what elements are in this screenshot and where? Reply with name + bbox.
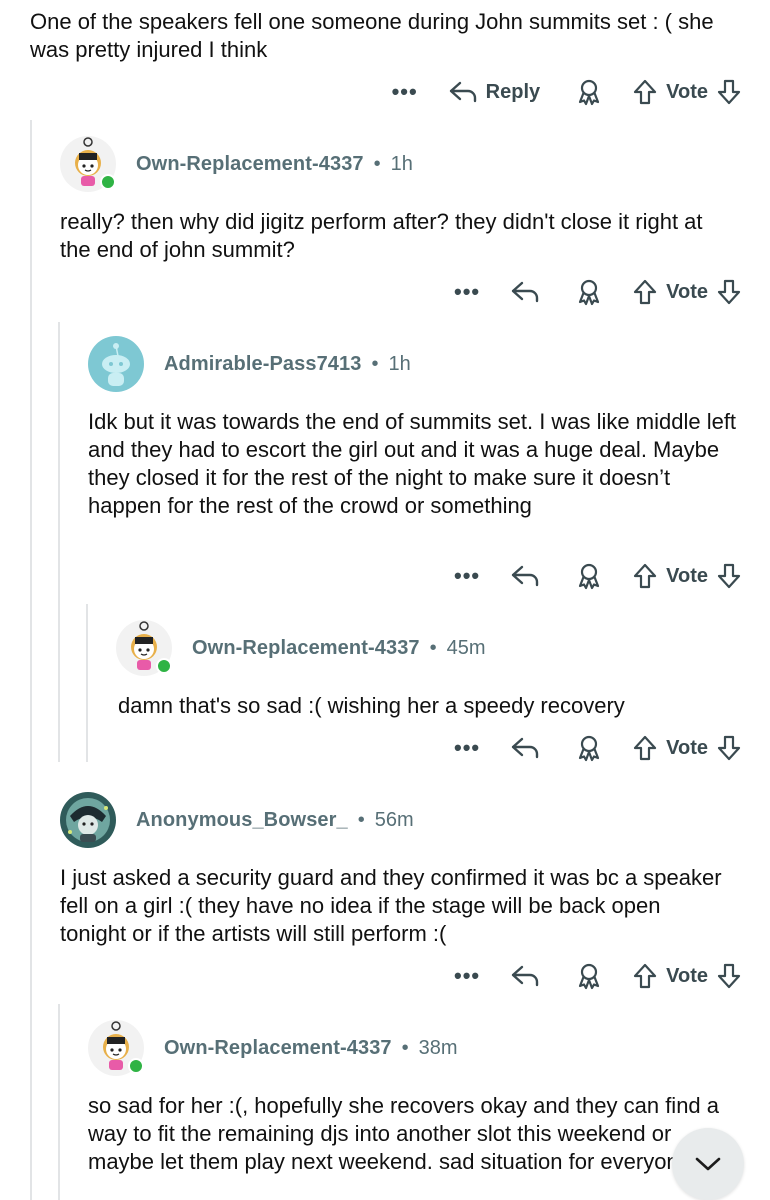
reply-icon [511,281,539,303]
username-link[interactable]: Admirable-Pass7413 [164,353,361,376]
default-snoo-avatar-icon [88,336,144,392]
separator: • [401,1036,409,1059]
timestamp: 56m [374,808,414,831]
upvote-icon[interactable] [632,962,658,990]
vote-control: Vote [632,78,742,106]
snoo-avatar-icon [60,792,116,848]
thread-line [58,322,60,762]
comment-actions: ••• Vote [454,958,742,994]
vote-control: Vote [632,734,742,762]
reply-button[interactable]: Reply [448,79,540,105]
comment-body: Idk but it was towards the end of summit… [88,409,737,518]
upvote-icon[interactable] [632,734,658,762]
award-icon [579,963,600,990]
separator: • [357,808,365,831]
downvote-icon[interactable] [716,78,742,106]
online-status-indicator [100,174,116,190]
comment-header: Own-Replacement-4337 • 45m [116,618,486,678]
award-button[interactable] [574,277,604,307]
comment-body: so sad for her :(, hopefully she recover… [88,1093,720,1174]
vote-control: Vote [632,962,742,990]
award-icon [579,279,600,306]
more-options-button[interactable]: ••• [392,79,418,105]
comment-actions: ••• Vote [454,274,742,310]
reply-icon [511,737,539,759]
timestamp: 45m [446,636,486,659]
more-options-button[interactable]: ••• [454,563,480,589]
award-icon [579,563,600,590]
username-link[interactable]: Own-Replacement-4337 [192,637,420,660]
award-button[interactable] [574,961,604,991]
comment-body: I just asked a security guard and they c… [60,865,722,946]
comment-header: Anonymous_Bowser_ • 56m [60,790,414,850]
comment-body: really? then why did jigitz perform afte… [60,209,703,262]
timestamp: 38m [418,1036,458,1059]
username-link[interactable]: Own-Replacement-4337 [136,153,364,176]
reply-button[interactable] [510,963,540,989]
award-button[interactable] [574,733,604,763]
timestamp: 1h [388,352,411,375]
reply-button[interactable] [510,563,540,589]
avatar[interactable] [88,336,144,392]
upvote-icon[interactable] [632,562,658,590]
more-options-button[interactable]: ••• [454,735,480,761]
vote-label: Vote [666,80,708,103]
username-link[interactable]: Own-Replacement-4337 [164,1037,392,1060]
comment-header: Own-Replacement-4337 • 38m [88,1018,458,1078]
vote-label: Vote [666,964,708,987]
separator: • [429,636,437,659]
avatar[interactable] [88,1020,144,1076]
comment-body: damn that's so sad :( wishing her a spee… [118,693,625,718]
avatar[interactable] [60,136,116,192]
timestamp: 1h [390,152,413,175]
vote-label: Vote [666,736,708,759]
chevron-down-icon [695,1157,721,1171]
downvote-icon[interactable] [716,278,742,306]
more-options-button[interactable]: ••• [454,963,480,989]
reply-icon [511,565,539,587]
online-status-indicator [156,658,172,674]
avatar[interactable] [60,792,116,848]
comment-actions: ••• Vote [454,558,742,594]
award-button[interactable] [574,561,604,591]
comment-actions: ••• Vote [454,730,742,766]
thread-line [86,604,88,762]
reply-label: Reply [485,80,541,103]
downvote-icon[interactable] [716,962,742,990]
username-link[interactable]: Anonymous_Bowser_ [136,809,348,832]
award-icon [579,735,600,762]
award-icon [579,79,600,106]
separator: • [371,352,379,375]
more-options-button[interactable]: ••• [454,279,480,305]
reply-button[interactable] [510,735,540,761]
online-status-indicator [128,1058,144,1074]
jump-next-button[interactable] [672,1128,744,1200]
upvote-icon[interactable] [632,278,658,306]
thread-line [58,1004,60,1200]
award-button[interactable] [574,77,604,107]
vote-control: Vote [632,278,742,306]
vote-label: Vote [666,280,708,303]
vote-label: Vote [666,564,708,587]
comment-header: Admirable-Pass7413 • 1h [88,334,411,394]
comment-header: Own-Replacement-4337 • 1h [60,134,413,194]
comment-body: One of the speakers fell one someone dur… [30,9,714,62]
upvote-icon[interactable] [632,78,658,106]
reply-button[interactable] [510,279,540,305]
downvote-icon[interactable] [716,734,742,762]
reply-icon [449,81,476,103]
vote-control: Vote [632,562,742,590]
reply-icon [511,965,539,987]
thread-line [30,120,32,1200]
avatar[interactable] [116,620,172,676]
separator: • [373,152,381,175]
comment-actions: ••• Reply Vote [392,74,742,110]
downvote-icon[interactable] [716,562,742,590]
